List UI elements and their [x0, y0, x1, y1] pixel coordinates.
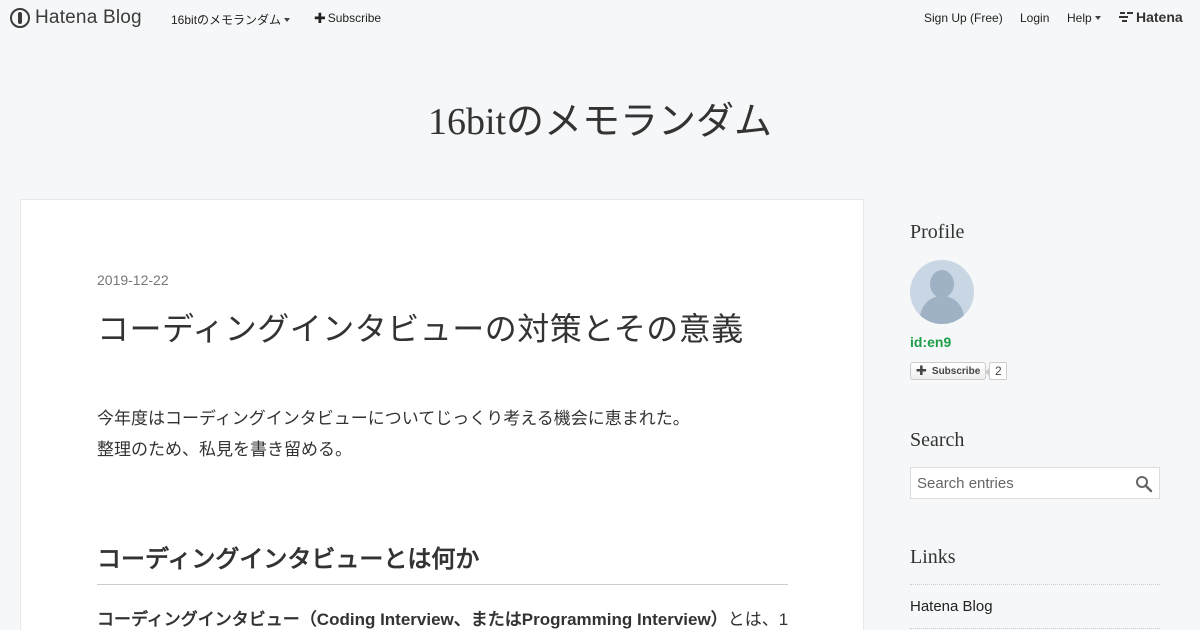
entry-paragraph: 整理のため、私見を書き留める。: [97, 440, 352, 459]
header-subscribe-label: Subscribe: [327, 11, 382, 25]
profile-subscribe-button[interactable]: ✚ Subscribe: [910, 362, 987, 380]
entry-paragraph: コーディングインタビュー（Coding Interview、またはProgram…: [97, 605, 788, 630]
subscriber-count-badge[interactable]: 2: [985, 362, 1007, 380]
bold-term: コーディングインタビュー（Coding Interview、またはProgram…: [97, 610, 728, 629]
help-dropdown[interactable]: Help: [1067, 11, 1101, 25]
blog-menu-label: 16bitのメモランダム: [171, 13, 282, 27]
section-heading: コーディングインタビューとは何か: [97, 539, 788, 585]
paragraph-text: とは、1: [727, 610, 789, 629]
brand-label: Hatena Blog: [35, 7, 142, 28]
user-id-link[interactable]: id:en9: [910, 334, 951, 350]
plus-icon: ✚: [314, 10, 326, 26]
help-label: Help: [1067, 11, 1092, 25]
search-heading: Search: [910, 429, 965, 451]
login-link[interactable]: Login: [1020, 11, 1049, 25]
links-heading: Links: [910, 546, 956, 568]
hatena-logo-label: Hatena: [1136, 9, 1183, 25]
hatena-blog-logo-icon: [10, 8, 30, 28]
chevron-down-icon: [284, 17, 291, 22]
entry-date[interactable]: 2019-12-22: [97, 272, 169, 288]
header-subscribe-button[interactable]: ✚ Subscribe: [314, 11, 381, 25]
chevron-down-icon: [1094, 16, 1101, 20]
entry-article: 2019-12-22 コーディングインタビューの対策とその意義 今年度はコーディ…: [20, 199, 864, 630]
blog-menu-dropdown[interactable]: 16bitのメモランダム: [171, 11, 291, 28]
blog-title[interactable]: 16bitのメモランダム: [0, 90, 1200, 145]
avatar-head: [930, 270, 954, 298]
entry-title[interactable]: コーディングインタビューの対策とその意義: [97, 304, 744, 350]
search-form: [910, 467, 1160, 499]
entry-paragraph: 今年度はコーディングインタビューについてじっくり考える機会に恵まれた。: [97, 409, 690, 428]
hatena-logo-link[interactable]: Hatena: [1119, 9, 1183, 25]
search-input[interactable]: [911, 468, 1131, 498]
search-icon[interactable]: [1135, 475, 1153, 493]
link-hatena-blog[interactable]: Hatena Blog: [910, 598, 993, 615]
signup-link[interactable]: Sign Up (Free): [924, 11, 1003, 25]
hatena-blog-brand-link[interactable]: Hatena Blog: [10, 7, 142, 29]
global-header: Hatena Blog 16bitのメモランダム ✚ Subscribe Sig…: [0, 0, 1200, 36]
avatar-icon[interactable]: [910, 260, 974, 324]
profile-subscribe-label: Subscribe: [931, 365, 981, 377]
divider: [910, 584, 1160, 585]
profile-heading: Profile: [910, 221, 965, 243]
plus-icon: ✚: [916, 363, 927, 378]
avatar-body: [920, 296, 964, 324]
hatena-logo-icon: [1119, 12, 1133, 22]
divider: [910, 628, 1160, 629]
